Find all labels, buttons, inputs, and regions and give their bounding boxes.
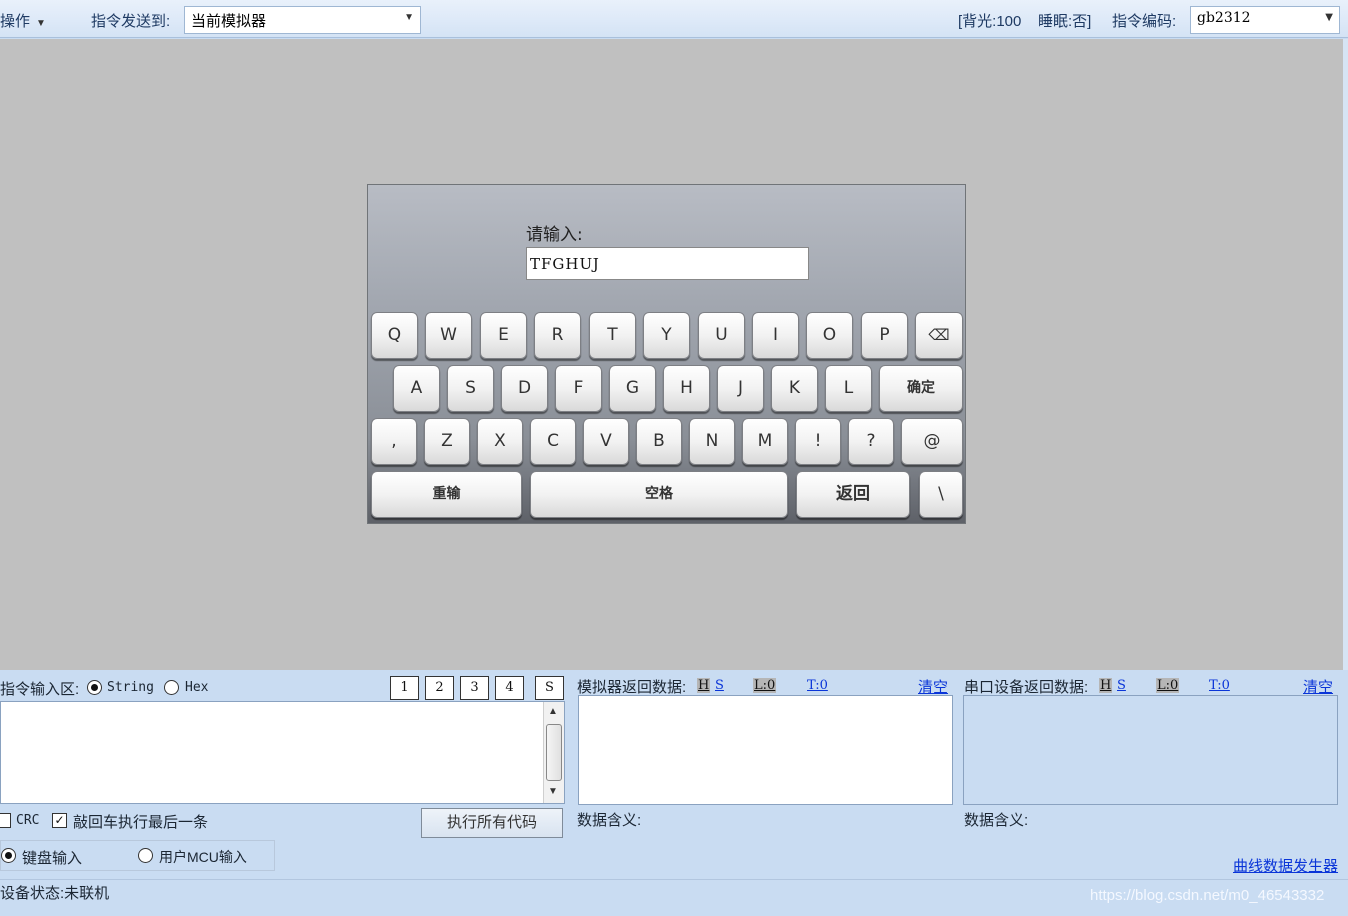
key-m[interactable]: M	[742, 418, 788, 465]
backspace-key[interactable]: ⌫	[915, 312, 963, 359]
watermark: https://blog.csdn.net/m0_46543332	[1090, 887, 1325, 904]
key-q[interactable]: Q	[371, 312, 418, 359]
key-w[interactable]: W	[425, 312, 472, 359]
sim-meaning-label: 数据含义:	[577, 812, 642, 829]
scroll-thumb[interactable]	[546, 724, 562, 781]
chevron-down-icon: ▼	[404, 12, 414, 23]
mode-string-label: String	[107, 680, 154, 695]
operate-menu-label: 操作	[0, 13, 31, 30]
key-b[interactable]: B	[636, 418, 682, 465]
scroll-down-icon[interactable]: ▼	[548, 786, 558, 797]
enter-exec-label: 敲回车执行最后一条	[73, 814, 209, 831]
enter-exec-checkbox[interactable]: ✓	[52, 813, 67, 828]
mode-hex-label: Hex	[185, 680, 209, 695]
key-z[interactable]: Z	[424, 418, 470, 465]
key-l[interactable]: L	[825, 365, 872, 412]
send-to-value: 当前模拟器	[191, 13, 267, 30]
simulator-return-label: 模拟器返回数据:	[577, 679, 687, 696]
mcu-input-radio[interactable]	[138, 848, 153, 863]
sim-time-counter[interactable]: T:0	[807, 678, 828, 693]
run-all-button[interactable]: 执行所有代码	[421, 808, 563, 838]
key-n[interactable]: N	[689, 418, 735, 465]
key-p[interactable]: P	[861, 312, 908, 359]
key-y[interactable]: Y	[643, 312, 690, 359]
key-comma[interactable]: ,	[371, 418, 417, 465]
key-r[interactable]: R	[534, 312, 581, 359]
serial-meaning-label: 数据含义:	[964, 812, 1029, 829]
key-t[interactable]: T	[589, 312, 636, 359]
serial-clear-link[interactable]: 清空	[1303, 676, 1333, 697]
send-to-label: 指令发送到:	[91, 13, 171, 30]
scroll-up-icon[interactable]: ▲	[548, 706, 558, 717]
command-scrollbar[interactable]: ▲ ▼	[543, 702, 564, 803]
keyboard-input-label: 键盘输入	[22, 850, 83, 867]
key-v[interactable]: V	[583, 418, 629, 465]
space-key[interactable]: 空格	[530, 471, 788, 518]
key-k[interactable]: K	[771, 365, 818, 412]
back-key[interactable]: 返回	[796, 471, 910, 518]
key-i[interactable]: I	[752, 312, 799, 359]
confirm-key[interactable]: 确定	[879, 365, 963, 412]
sim-string-toggle[interactable]: S	[715, 678, 724, 693]
mode-hex-radio[interactable]	[164, 680, 179, 695]
crc-label: CRC	[16, 813, 40, 828]
serial-length-counter[interactable]: L:0	[1156, 678, 1180, 693]
slot-button-s[interactable]: S	[535, 676, 564, 700]
encoding-label: 指令编码:	[1112, 13, 1177, 30]
key-s[interactable]: S	[447, 365, 494, 412]
mcu-input-label: 用户MCU输入	[159, 849, 247, 865]
key-d[interactable]: D	[501, 365, 548, 412]
serial-hex-toggle[interactable]: H	[1099, 678, 1113, 693]
backspace-icon: ⌫	[928, 326, 950, 344]
key-at[interactable]: @	[901, 418, 963, 465]
key-u[interactable]: U	[698, 312, 745, 359]
key-a[interactable]: A	[393, 365, 440, 412]
key-h[interactable]: H	[663, 365, 710, 412]
key-question[interactable]: ?	[848, 418, 894, 465]
sim-hex-toggle[interactable]: H	[697, 678, 711, 693]
encoding-select[interactable]: gb2312 ▼	[1190, 6, 1340, 34]
command-textarea[interactable]	[0, 701, 565, 804]
keyboard-input-field[interactable]: TFGHUJ	[526, 247, 809, 280]
key-j[interactable]: J	[717, 365, 764, 412]
key-exclamation[interactable]: !	[795, 418, 841, 465]
key-g[interactable]: G	[609, 365, 656, 412]
key-x[interactable]: X	[477, 418, 523, 465]
encoding-value: gb2312	[1197, 10, 1251, 26]
key-f[interactable]: F	[555, 365, 602, 412]
device-status: 设备状态:未联机	[0, 885, 110, 902]
simulator-border	[1343, 39, 1348, 670]
top-toolbar: 操作 ▼ 指令发送到: 当前模拟器 ▼ [背光:100 睡眠:否] 指令编码: g…	[0, 0, 1348, 38]
key-e[interactable]: E	[480, 312, 527, 359]
slot-button-1[interactable]: 1	[390, 676, 419, 700]
curve-data-generator-link[interactable]: 曲线数据发生器	[1233, 855, 1338, 876]
simulator-return-textarea[interactable]	[578, 695, 953, 805]
chevron-down-icon: ▼	[36, 18, 46, 29]
slot-button-4[interactable]: 4	[495, 676, 524, 700]
virtual-keyboard: 请输入: TFGHUJ Q W E R T Y U I O P ⌫ A S D …	[367, 184, 966, 524]
key-o[interactable]: O	[806, 312, 853, 359]
sim-clear-link[interactable]: 清空	[918, 676, 948, 697]
mode-string-radio[interactable]	[87, 680, 102, 695]
sim-length-counter[interactable]: L:0	[753, 678, 777, 693]
send-to-select[interactable]: 当前模拟器 ▼	[184, 6, 421, 34]
keyboard-input-radio[interactable]	[1, 848, 16, 863]
operate-menu[interactable]: 操作 ▼	[0, 10, 46, 31]
serial-return-label: 串口设备返回数据:	[964, 679, 1089, 696]
input-prompt: 请输入:	[526, 225, 583, 245]
backlight-status: [背光:100	[958, 13, 1022, 30]
key-backslash[interactable]: \	[919, 471, 963, 518]
reset-input-key[interactable]: 重输	[371, 471, 522, 518]
chevron-down-icon: ▼	[1325, 12, 1333, 23]
key-c[interactable]: C	[530, 418, 576, 465]
crc-checkbox[interactable]	[0, 813, 11, 828]
serial-return-textarea[interactable]	[963, 695, 1338, 805]
slot-button-2[interactable]: 2	[425, 676, 454, 700]
check-icon: ✓	[54, 813, 65, 827]
serial-time-counter[interactable]: T:0	[1209, 678, 1230, 693]
serial-string-toggle[interactable]: S	[1117, 678, 1126, 693]
slot-button-3[interactable]: 3	[460, 676, 489, 700]
sleep-status: 睡眠:否]	[1038, 13, 1092, 30]
command-input-label: 指令输入区:	[0, 681, 80, 698]
